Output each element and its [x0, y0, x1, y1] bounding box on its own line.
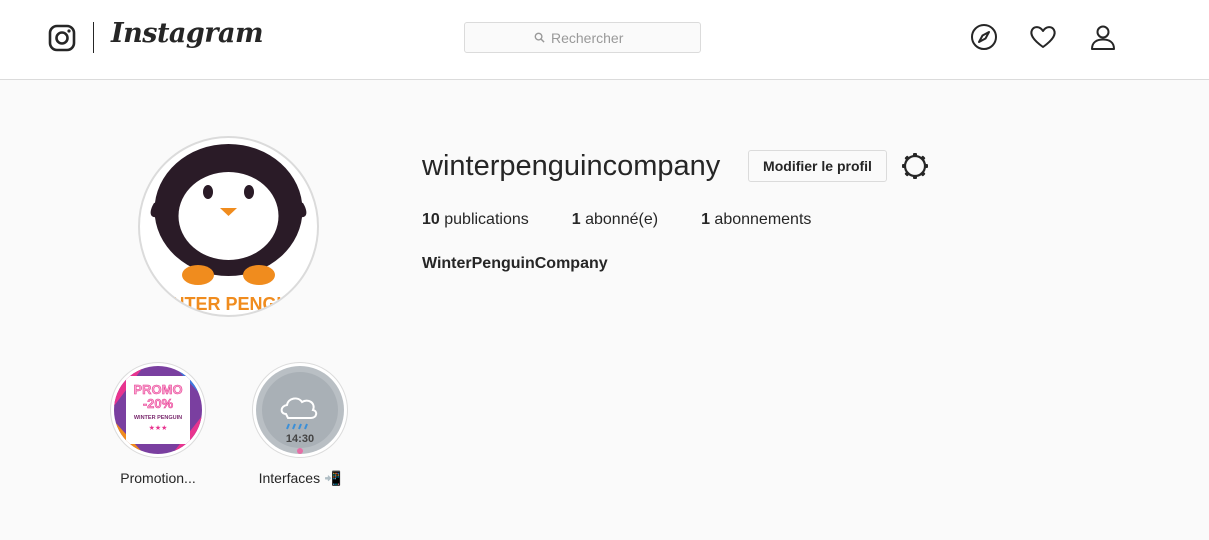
search-box[interactable]: [464, 22, 701, 53]
profile-full-name: WinterPenguinCompany: [422, 255, 608, 272]
search-icon: [534, 32, 545, 43]
profile-stats: 10 publications 1 abonné(e) 1 abonnement…: [422, 211, 854, 229]
followers-stat[interactable]: 1 abonné(e): [572, 211, 658, 229]
search-input[interactable]: [551, 29, 631, 46]
top-nav-bar: Instagram: [0, 0, 1209, 80]
promo-cover-text: PROMO: [133, 382, 182, 397]
profile-avatar[interactable]: WINTER PENGUIN: [138, 136, 319, 317]
highlight-cover[interactable]: PROMO -20% WINTER PENGUIN ★★★: [110, 362, 206, 458]
settings-gear-icon[interactable]: [899, 150, 931, 182]
followers-label: abonné(e): [585, 211, 659, 228]
posts-count: 10: [422, 211, 440, 228]
instagram-wordmark[interactable]: Instagram: [111, 18, 264, 49]
posts-stat: 10 publications: [422, 211, 529, 229]
promo-brand-text: WINTER PENGUIN: [134, 415, 182, 421]
penguin-logo-image: WINTER PENGUIN: [144, 142, 313, 314]
highlight-interfaces[interactable]: 14:30 Interfaces 📲: [252, 362, 348, 487]
heart-icon[interactable]: [1029, 23, 1057, 51]
edit-profile-button[interactable]: Modifier le profil: [748, 150, 887, 182]
posts-label: publications: [444, 211, 529, 228]
highlight-label: Interfaces 📲: [258, 470, 342, 486]
watchface-cover-image: 14:30: [256, 366, 344, 454]
highlight-promotion[interactable]: PROMO -20% WINTER PENGUIN ★★★ Promotion.…: [110, 362, 206, 486]
profile-icon[interactable]: [1089, 23, 1117, 51]
following-stat[interactable]: 1 abonnements: [701, 211, 811, 229]
following-label: abonnements: [714, 211, 812, 228]
logo-divider: [93, 22, 94, 53]
highlight-cover[interactable]: 14:30: [252, 362, 348, 458]
avatar-logo-text: WINTER PENGUIN: [149, 294, 307, 314]
promo-cover-image: PROMO -20% WINTER PENGUIN ★★★: [114, 366, 202, 454]
promo-stars-text: ★★★: [149, 424, 168, 432]
instagram-glyph-icon[interactable]: [48, 24, 76, 52]
compass-icon[interactable]: [970, 23, 998, 51]
following-count: 1: [701, 211, 710, 228]
highlight-label: Promotion...: [120, 470, 196, 486]
promo-discount-text: -20%: [143, 396, 174, 411]
profile-username: winterpenguincompany: [422, 150, 721, 182]
followers-count: 1: [571, 211, 581, 228]
watchface-time: 14:30: [286, 433, 314, 445]
